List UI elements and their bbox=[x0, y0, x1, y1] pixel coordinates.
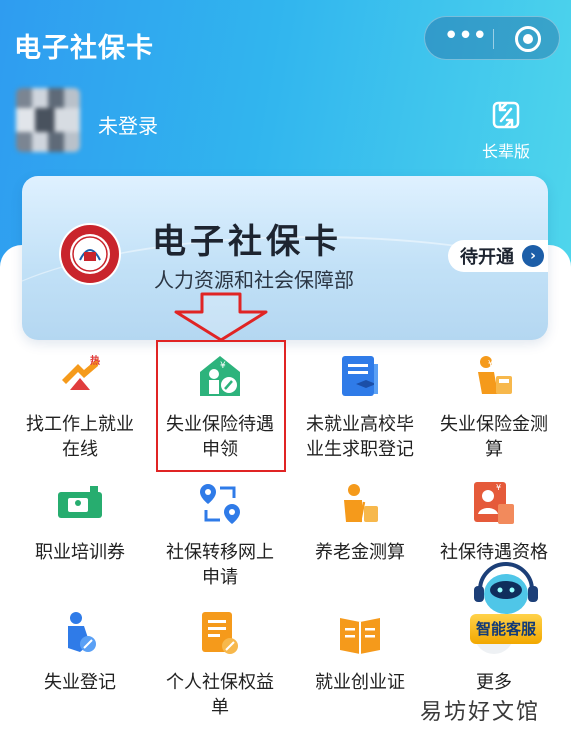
employment-cert-icon bbox=[340, 618, 380, 654]
graduate-register-icon bbox=[342, 356, 378, 396]
service-item[interactable]: 个人社保权益单 bbox=[150, 608, 290, 720]
svg-text:¥: ¥ bbox=[488, 359, 493, 368]
service-item[interactable]: ¥ 社保待遇资格 bbox=[424, 478, 564, 565]
service-item[interactable]: 失业登记 bbox=[10, 608, 150, 695]
svg-text:¥: ¥ bbox=[496, 483, 501, 492]
service-label: 养老金测算 bbox=[315, 542, 405, 563]
service-item[interactable]: ¥ 失业保险金测算 bbox=[424, 350, 564, 462]
svg-text:热: 热 bbox=[90, 354, 100, 367]
service-label: 失业登记 bbox=[44, 672, 116, 693]
elder-mode-icon bbox=[492, 101, 520, 129]
service-label: 未就业高校毕业生求职登记 bbox=[306, 414, 414, 460]
elder-mode-button[interactable]: 长辈版 bbox=[478, 100, 534, 162]
social-security-card[interactable]: 电子社保卡 人力资源和社会保障部 待开通 › bbox=[22, 176, 548, 340]
chevron-right-icon: › bbox=[522, 245, 544, 267]
service-label: 失业保险金测算 bbox=[440, 414, 548, 460]
rights-statement-icon bbox=[202, 612, 238, 654]
service-label: 个人社保权益单 bbox=[166, 672, 274, 718]
service-label: 就业创业证 bbox=[315, 672, 405, 693]
service-label: 更多 bbox=[476, 672, 512, 693]
qualification-icon: ¥ bbox=[474, 482, 514, 524]
service-item[interactable]: 热 找工作上就业在线 bbox=[10, 350, 150, 462]
unemployment-calc-icon: ¥ bbox=[478, 356, 512, 394]
service-item[interactable]: 未就业高校毕业生求职登记 bbox=[290, 350, 430, 462]
down-arrow-annotation bbox=[174, 292, 268, 342]
service-item[interactable]: 社保转移网上申请 bbox=[150, 478, 290, 590]
target-close-icon[interactable] bbox=[515, 26, 541, 52]
service-item[interactable]: 职业培训券 bbox=[10, 478, 150, 565]
unemployment-register-icon bbox=[68, 612, 96, 652]
card-subtitle: 人力资源和社会保障部 bbox=[154, 268, 354, 292]
robot-assistant-icon bbox=[474, 562, 538, 614]
more-dots-icon[interactable]: ••• bbox=[443, 23, 487, 53]
transfer-icon bbox=[200, 484, 240, 524]
service-label: 找工作上就业在线 bbox=[26, 414, 134, 460]
capsule-divider bbox=[493, 29, 494, 49]
pension-calc-icon bbox=[344, 484, 378, 523]
service-label: 职业培训券 bbox=[35, 542, 125, 563]
activate-button[interactable]: 待开通 › bbox=[448, 240, 548, 272]
service-label: 社保转移网上申请 bbox=[166, 542, 274, 588]
login-status[interactable]: 未登录 bbox=[98, 110, 158, 139]
activate-label: 待开通 bbox=[460, 247, 514, 268]
smart-assistant-button[interactable]: 智能客服 bbox=[466, 560, 546, 660]
training-voucher-icon bbox=[58, 486, 102, 518]
page-title: 电子社保卡 bbox=[14, 33, 154, 64]
mini-program-capsule: ••• bbox=[424, 16, 560, 60]
job-search-icon: 热 bbox=[62, 354, 100, 390]
assistant-label: 智能客服 bbox=[470, 614, 542, 644]
service-item[interactable]: 就业创业证 bbox=[290, 608, 430, 695]
highlight-box-annotation bbox=[156, 340, 286, 472]
card-title: 电子社保卡 bbox=[152, 222, 342, 262]
avatar[interactable] bbox=[16, 88, 80, 152]
elder-mode-label: 长辈版 bbox=[481, 142, 530, 161]
service-item[interactable]: 养老金测算 bbox=[290, 478, 430, 565]
social-security-seal-icon bbox=[59, 223, 121, 285]
watermark-text: 易坊好文馆 bbox=[420, 700, 541, 725]
